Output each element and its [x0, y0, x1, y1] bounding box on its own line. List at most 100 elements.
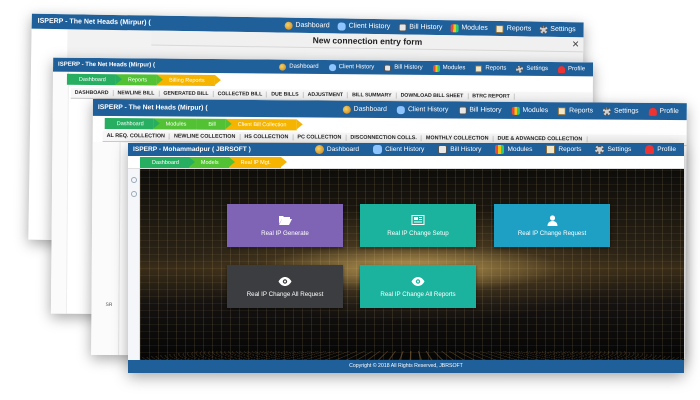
top-navbar: ISPERP - Mohammadpur ( JBRSOFT ) Dashboa… — [128, 143, 684, 156]
nav-dashboard[interactable]: Dashboard — [284, 21, 330, 30]
nav-label: Settings — [613, 107, 639, 115]
real-ip-change-all-reports-tile[interactable]: Real IP Change All Reports — [360, 265, 476, 308]
client-history-icon — [373, 145, 383, 154]
nav-client-history[interactable]: Client History — [373, 145, 424, 154]
tile-label: Real IP Change Setup — [387, 229, 449, 237]
nav-settings[interactable]: Settings — [516, 65, 549, 73]
breadcrumb-client-bill-collection[interactable]: Client Bill Collection — [225, 118, 297, 131]
nav-profile[interactable]: Profile — [558, 65, 585, 73]
tab-collected-bill[interactable]: COLLECTED BILL — [213, 91, 268, 98]
main-nav: Dashboard Client History Bill History Mo… — [284, 21, 583, 34]
nav-profile[interactable]: Profile — [648, 107, 679, 116]
app-title: ISPERP - The Net Heads (Mirpur) ( — [37, 17, 151, 27]
breadcrumb-modules[interactable]: Modules — [153, 118, 197, 130]
tab-newline-bill[interactable]: NEWLINE BILL — [113, 90, 160, 97]
breadcrumb: Dashboard Modules Bill Client Bill Colle… — [104, 118, 297, 131]
real-ip-generate-tile[interactable]: Real IP Generate — [227, 204, 343, 247]
close-icon[interactable]: ✕ — [572, 37, 580, 52]
tab-pc-collection[interactable]: PC COLLECTION — [293, 134, 347, 141]
copyright-footer: Copyright © 2018 All Rights Reserved, JB… — [128, 360, 684, 373]
real-ip-change-setup-tile[interactable]: Real IP Change Setup — [360, 204, 476, 247]
nav-label: Reports — [569, 107, 594, 115]
bill-history-icon — [458, 105, 467, 115]
breadcrumb-real-ip-mgt[interactable]: Real IP Mgt. — [228, 157, 288, 168]
gear-icon — [539, 25, 548, 34]
tab-bill-summary[interactable]: BILL SUMMARY — [348, 92, 397, 99]
nav-settings[interactable]: Settings — [539, 25, 576, 34]
newspaper-icon — [411, 215, 425, 226]
nav-settings[interactable]: Settings — [595, 145, 631, 154]
nav-profile[interactable]: Profile — [645, 145, 676, 154]
nav-settings[interactable]: Settings — [602, 106, 639, 116]
breadcrumb-billing-reports[interactable]: Billing Reports — [157, 74, 215, 87]
nav-dashboard[interactable]: Dashboard — [279, 63, 319, 71]
nav-bill-history[interactable]: Bill History — [398, 22, 442, 32]
nav-reports[interactable]: Reports — [495, 24, 532, 33]
tab-btrc-report[interactable]: BTRC REPORT — [468, 93, 515, 100]
nav-label: Client History — [385, 146, 425, 153]
tab-monthly-collection[interactable]: MONTHLY COLLECTION — [421, 135, 494, 142]
nav-label: Dashboard — [353, 105, 387, 113]
nav-label: Settings — [526, 65, 549, 72]
main-nav: Dashboard Client History Bill History Mo… — [279, 63, 593, 73]
tab-generated-bill[interactable]: GENERATED BILL — [159, 90, 214, 98]
tab-hs-collection[interactable]: HS COLLECTION — [240, 133, 294, 141]
nav-bill-history[interactable]: Bill History — [438, 145, 481, 154]
real-ip-change-all-request-tile[interactable]: Real IP Change All Request — [227, 265, 343, 308]
modules-icon — [495, 145, 505, 154]
breadcrumb-dashboard[interactable]: Dashboard — [104, 118, 154, 130]
server-room-background: Real IP Generate Real IP Change Setup Re… — [140, 169, 684, 360]
breadcrumb-dashboard[interactable]: Dashboard — [140, 157, 195, 168]
nav-modules[interactable]: Modules — [495, 145, 532, 154]
reports-icon — [495, 24, 504, 33]
nav-label: Dashboard — [289, 63, 319, 70]
nav-reports[interactable]: Reports — [546, 145, 581, 154]
eye-icon — [411, 276, 425, 287]
tab-due-advanced-collection[interactable]: DUE & ADVANCED COLLECTION — [493, 135, 588, 143]
tab-newline-collection[interactable]: NEWLINE COLLECTION — [169, 133, 241, 140]
tile-label: Real IP Change All Request — [246, 290, 324, 298]
tab-disconnection-colls[interactable]: DISCONNECTION COLLS. — [346, 134, 422, 142]
sidebar: SR — [91, 141, 121, 356]
tab-real-req-collection[interactable]: AL REQ. COLLECTION — [102, 132, 170, 140]
reports-icon — [475, 64, 483, 72]
nav-reports[interactable]: Reports — [475, 64, 507, 72]
sidebar-icon[interactable] — [131, 191, 137, 197]
tab-download-bill-sheet[interactable]: DOWNLOAD BILL SHEET — [396, 92, 469, 100]
tile-label: Real IP Change Request — [517, 229, 587, 237]
gear-icon — [595, 145, 605, 154]
nav-modules[interactable]: Modules — [511, 106, 549, 115]
nav-label: Modules — [461, 24, 488, 32]
nav-label: Reports — [485, 65, 507, 72]
main-nav: Dashboard Client History Bill History Mo… — [342, 105, 687, 116]
tab-due-bills[interactable]: DUE BILLS — [267, 91, 304, 98]
nav-client-history[interactable]: Client History — [337, 21, 391, 31]
breadcrumb-dashboard[interactable]: Dashboard — [66, 73, 116, 86]
tab-dashboard[interactable]: DASHBOARD — [70, 89, 114, 97]
nav-dashboard[interactable]: Dashboard — [342, 105, 387, 114]
breadcrumb: Dashboard Models Real IP Mgt. — [140, 157, 288, 168]
top-navbar: ISPERP - The Net Heads (Mirpur) ( Dashbo… — [92, 98, 687, 121]
tab-adjustment[interactable]: ADJUSTMENT — [303, 91, 349, 99]
nav-label: Reports — [506, 25, 532, 33]
real-ip-management-window: ISPERP - Mohammadpur ( JBRSOFT ) Dashboa… — [128, 143, 684, 373]
nav-bill-history[interactable]: Bill History — [384, 64, 423, 72]
nav-bill-history[interactable]: Bill History — [458, 105, 502, 115]
app-title: ISPERP - Mohammadpur ( JBRSOFT ) — [133, 146, 251, 153]
sidebar — [50, 71, 70, 314]
nav-reports[interactable]: Reports — [558, 106, 594, 115]
sidebar-icon[interactable] — [131, 177, 137, 183]
tile-label: Real IP Change All Reports — [380, 290, 456, 298]
client-history-icon — [337, 21, 346, 31]
nav-modules[interactable]: Modules — [432, 64, 466, 72]
nav-client-history[interactable]: Client History — [396, 105, 448, 114]
real-ip-change-request-tile[interactable]: Real IP Change Request — [494, 204, 610, 247]
nav-label: Client History — [348, 22, 391, 31]
breadcrumb-reports[interactable]: Reports — [115, 74, 158, 86]
nav-client-history[interactable]: Client History — [328, 63, 375, 71]
nav-modules[interactable]: Modules — [450, 23, 488, 33]
nav-dashboard[interactable]: Dashboard — [314, 145, 359, 154]
nav-label: Dashboard — [295, 21, 330, 30]
app-title: ISPERP - The Net Heads (Mirpur) ( — [58, 61, 155, 69]
nav-label: Modules — [522, 106, 549, 115]
